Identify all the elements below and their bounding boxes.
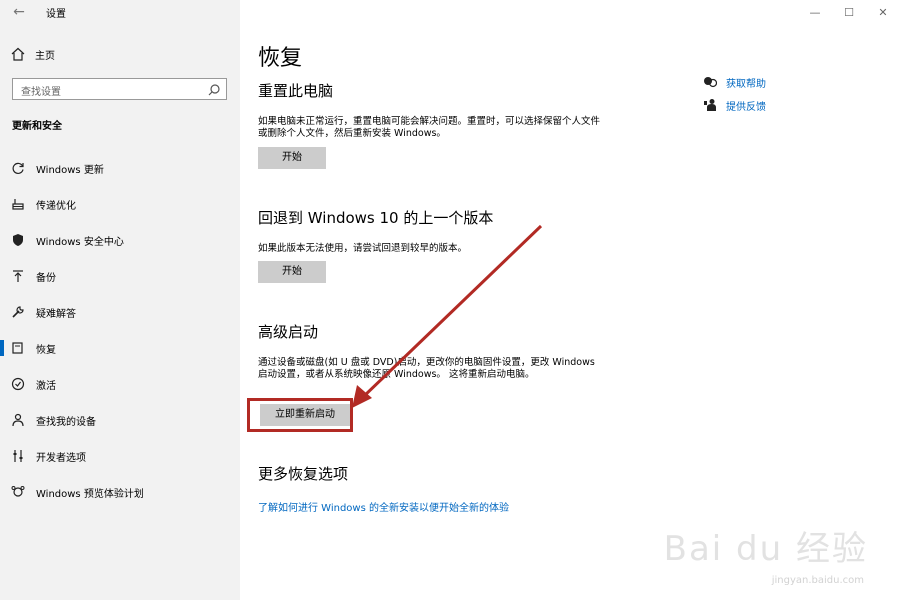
annotation-arrow bbox=[352, 224, 543, 408]
watermark-url: jingyan.baidu.com bbox=[771, 575, 864, 586]
watermark-logo: Bai du 经验 bbox=[663, 529, 868, 569]
